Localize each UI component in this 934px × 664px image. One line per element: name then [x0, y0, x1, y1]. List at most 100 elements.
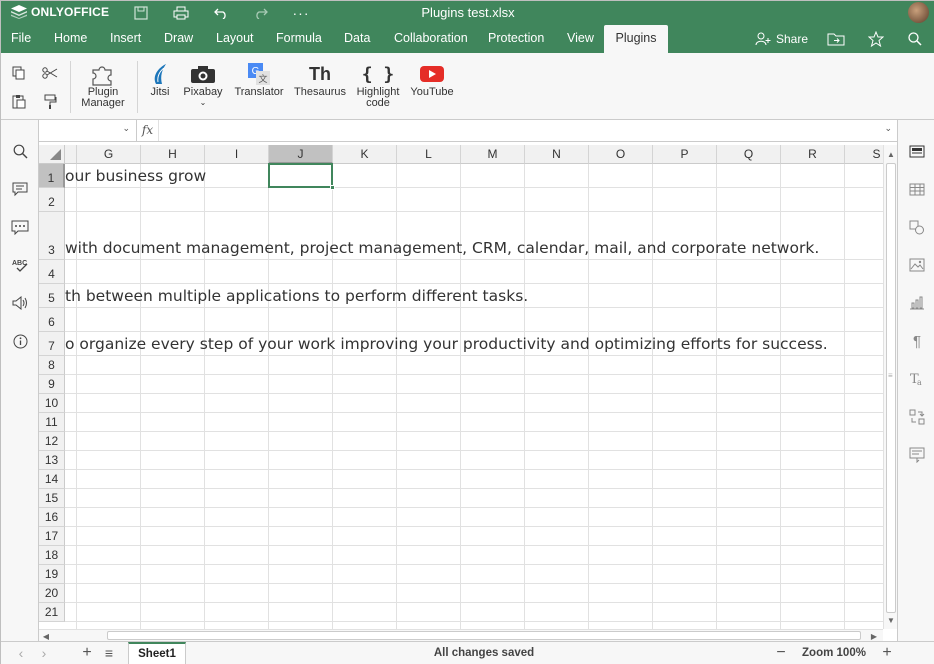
column-header-q[interactable]: Q: [717, 145, 781, 164]
avatar[interactable]: [908, 2, 929, 23]
horizontal-scroll-thumb[interactable]: [107, 631, 861, 640]
tab-layout[interactable]: Layout: [210, 25, 260, 53]
tab-protection[interactable]: Protection: [482, 25, 550, 53]
tab-file[interactable]: File: [5, 25, 37, 53]
select-all-corner[interactable]: [39, 145, 65, 164]
row-header-20[interactable]: 20: [39, 584, 65, 603]
row-header-5[interactable]: 5: [39, 284, 65, 308]
comments-icon[interactable]: [1, 176, 39, 202]
column-header-i[interactable]: I: [205, 145, 269, 164]
column-header-p[interactable]: P: [653, 145, 717, 164]
image-settings-icon[interactable]: [898, 252, 934, 278]
column-header-l[interactable]: L: [397, 145, 461, 164]
zoom-in-icon[interactable]: +: [879, 644, 895, 661]
chevron-down-icon[interactable]: ⌄: [200, 98, 207, 108]
copy-icon[interactable]: [8, 62, 30, 84]
youtube-button[interactable]: YouTube: [407, 61, 457, 98]
tab-formula[interactable]: Formula: [270, 25, 328, 53]
paste-icon[interactable]: [8, 90, 30, 112]
next-sheet-icon[interactable]: ›: [36, 645, 52, 661]
sheet-tab[interactable]: Sheet1: [128, 642, 186, 664]
row-header-2[interactable]: 2: [39, 188, 65, 212]
search-icon[interactable]: [908, 29, 922, 49]
tab-collaboration[interactable]: Collaboration: [388, 25, 474, 53]
row-header-6[interactable]: 6: [39, 308, 65, 332]
paragraph-settings-icon[interactable]: ¶: [898, 328, 934, 354]
vertical-scrollbar[interactable]: ▲ ≡ ▼: [883, 145, 897, 629]
scroll-left-icon[interactable]: ◀: [41, 631, 51, 641]
pivot-settings-icon[interactable]: [898, 404, 934, 430]
row-header-15[interactable]: 15: [39, 489, 65, 508]
cut-icon[interactable]: [39, 62, 61, 84]
column-header-g[interactable]: G: [77, 145, 141, 164]
column-header-k[interactable]: K: [333, 145, 397, 164]
row-header-1[interactable]: 1: [39, 164, 65, 188]
tab-insert[interactable]: Insert: [104, 25, 147, 53]
translator-button[interactable]: G文 Translator: [231, 61, 287, 98]
cell-text-row-1[interactable]: our business grow: [65, 167, 206, 185]
text-art-settings-icon[interactable]: Ta: [898, 366, 934, 392]
row-header-4[interactable]: 4: [39, 260, 65, 284]
formula-input[interactable]: [160, 120, 877, 141]
column-header-partial[interactable]: [65, 145, 77, 164]
search-icon[interactable]: [1, 138, 39, 164]
chart-settings-icon[interactable]: [898, 290, 934, 316]
row-header-7[interactable]: 7: [39, 332, 65, 356]
row-header-10[interactable]: 10: [39, 394, 65, 413]
cell-text-row-5[interactable]: th between multiple applications to perf…: [65, 287, 528, 305]
add-sheet-icon[interactable]: +: [79, 644, 95, 661]
selected-cell[interactable]: [268, 163, 335, 190]
copy-style-icon[interactable]: [39, 90, 61, 112]
row-header-12[interactable]: 12: [39, 432, 65, 451]
jitsi-button[interactable]: Jitsi: [145, 61, 175, 98]
function-icon[interactable]: fx: [137, 120, 159, 141]
row-header-11[interactable]: 11: [39, 413, 65, 432]
row-header-14[interactable]: 14: [39, 470, 65, 489]
column-header-o[interactable]: O: [589, 145, 653, 164]
prev-sheet-icon[interactable]: ‹: [13, 645, 29, 661]
share-button[interactable]: Share: [755, 29, 808, 49]
scroll-up-icon[interactable]: ▲: [886, 149, 896, 159]
highlight-code-button[interactable]: { } Highlight code: [353, 61, 403, 109]
cell-text-row-3[interactable]: with document management, project manage…: [65, 239, 819, 257]
fill-handle[interactable]: [330, 185, 335, 190]
row-header-19[interactable]: 19: [39, 565, 65, 584]
thesaurus-button[interactable]: Th Thesaurus: [291, 61, 349, 98]
vertical-scroll-thumb[interactable]: ≡: [886, 163, 896, 613]
tab-plugins[interactable]: Plugins: [604, 25, 668, 53]
tab-data[interactable]: Data: [338, 25, 376, 53]
row-header-17[interactable]: 17: [39, 527, 65, 546]
signature-settings-icon[interactable]: [898, 442, 934, 468]
name-box[interactable]: ⌄: [39, 120, 137, 141]
row-header-3[interactable]: 3: [39, 212, 65, 260]
plugin-manager-button[interactable]: Plugin Manager: [77, 61, 129, 109]
tab-draw[interactable]: Draw: [158, 25, 199, 53]
row-header-13[interactable]: 13: [39, 451, 65, 470]
about-icon[interactable]: [1, 328, 39, 354]
scroll-right-icon[interactable]: ▶: [869, 631, 879, 641]
row-header-9[interactable]: 9: [39, 375, 65, 394]
zoom-level[interactable]: Zoom 100%: [797, 647, 871, 659]
column-header-r[interactable]: R: [781, 145, 845, 164]
table-settings-icon[interactable]: [898, 176, 934, 202]
row-header-18[interactable]: 18: [39, 546, 65, 565]
sheet-list-icon[interactable]: ≡: [101, 645, 117, 661]
row-header-8[interactable]: 8: [39, 356, 65, 375]
chevron-down-icon[interactable]: ⌄: [122, 123, 130, 134]
spellcheck-icon[interactable]: ABC: [1, 252, 39, 278]
pixabay-button[interactable]: Pixabay ⌄: [181, 61, 225, 108]
tab-view[interactable]: View: [561, 25, 600, 53]
column-header-m[interactable]: M: [461, 145, 525, 164]
chat-icon[interactable]: [1, 214, 39, 240]
favorite-star-icon[interactable]: [868, 29, 884, 49]
row-header-21[interactable]: 21: [39, 603, 65, 622]
cell-text-row-7[interactable]: o organize every step of your work impro…: [65, 335, 828, 353]
scroll-down-icon[interactable]: ▼: [886, 615, 896, 625]
open-location-icon[interactable]: [827, 29, 845, 49]
shape-settings-icon[interactable]: [898, 214, 934, 240]
cell-settings-icon[interactable]: [898, 138, 934, 164]
column-header-s[interactable]: S: [845, 145, 883, 164]
zoom-out-icon[interactable]: −: [773, 644, 789, 661]
spreadsheet-grid[interactable]: GHIJKLMNOPQRS 1 2 3 4 5 6 7 8 9 10 11 12 13 14 15 16 17 1…: [39, 145, 883, 629]
column-header-n[interactable]: N: [525, 145, 589, 164]
